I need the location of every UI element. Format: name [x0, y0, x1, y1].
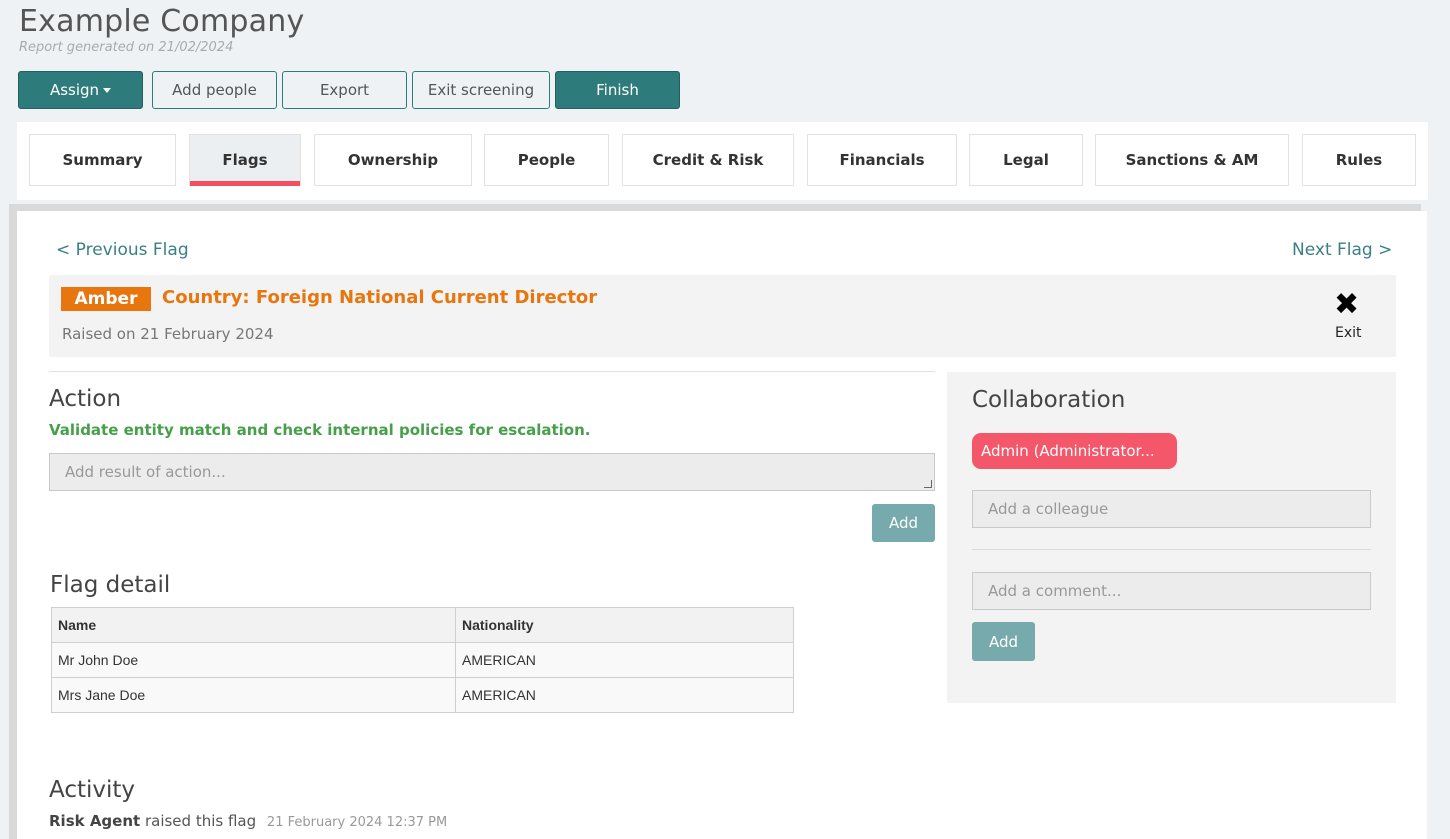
caret-down-icon [103, 87, 112, 93]
flag-title: Country: Foreign National Current Direct… [162, 287, 598, 308]
tab-sanctions-am[interactable]: Sanctions & AM [1095, 134, 1289, 186]
action-result-input[interactable]: Add result of action... [49, 453, 935, 491]
report-generated-date: Report generated on 21/02/2024 [19, 40, 234, 55]
export-button[interactable]: Export [282, 71, 407, 109]
add-people-button[interactable]: Add people [152, 71, 277, 109]
divider [972, 549, 1371, 550]
tab-ownership[interactable]: Ownership [314, 134, 472, 186]
tab-credit-risk[interactable]: Credit & Risk [622, 134, 794, 186]
activity-entry: Risk Agent raised this flag 21 February … [49, 812, 447, 830]
company-name: Example Company [19, 4, 305, 39]
previous-flag-link[interactable]: < Previous Flag [56, 240, 189, 260]
tab-flags[interactable]: Flags [189, 134, 301, 186]
cell-name: Mrs Jane Doe [51, 677, 456, 713]
collaboration-heading: Collaboration [972, 387, 1126, 413]
tab-bar: Summary Flags Ownership People Credit & … [17, 122, 1428, 200]
add-colleague-input[interactable]: Add a colleague [972, 490, 1371, 528]
tab-rules[interactable]: Rules [1302, 134, 1416, 186]
add-comment-button[interactable]: Add [972, 622, 1035, 661]
assign-button[interactable]: Assign [18, 71, 143, 109]
action-result-placeholder: Add result of action... [65, 463, 226, 481]
activity-heading: Activity [49, 777, 136, 803]
add-action-button[interactable]: Add [872, 504, 935, 542]
action-instruction: Validate entity match and check internal… [49, 421, 591, 439]
exit-label[interactable]: Exit [1335, 325, 1362, 341]
finish-button[interactable]: Finish [555, 71, 680, 109]
table-row: Mrs Jane Doe AMERICAN [51, 677, 794, 713]
table-row: Mr John Doe AMERICAN [51, 642, 794, 678]
cell-nationality: AMERICAN [455, 677, 794, 713]
activity-actor: Risk Agent [49, 812, 141, 830]
divider [49, 371, 935, 372]
flag-raised-date: Raised on 21 February 2024 [62, 325, 274, 343]
close-icon[interactable]: ✖ [1334, 290, 1359, 320]
tab-financials[interactable]: Financials [807, 134, 957, 186]
exit-screening-button[interactable]: Exit screening [412, 71, 550, 109]
assign-button-label: Assign [49, 81, 100, 99]
cell-name: Mr John Doe [51, 642, 456, 678]
tab-legal[interactable]: Legal [969, 134, 1083, 186]
tab-summary[interactable]: Summary [29, 134, 176, 186]
comment-placeholder: Add a comment... [988, 582, 1122, 600]
activity-timestamp: 21 February 2024 12:37 PM [266, 815, 448, 830]
tab-people[interactable]: People [484, 134, 609, 186]
column-header-nationality: Nationality [455, 607, 794, 643]
action-heading: Action [49, 386, 122, 412]
activity-text: raised this flag [144, 812, 257, 830]
comment-input[interactable]: Add a comment... [972, 572, 1371, 610]
next-flag-link[interactable]: Next Flag > [1292, 240, 1392, 260]
flag-detail-table: Name Nationality Mr John Doe AMERICAN Mr… [51, 607, 794, 713]
add-colleague-placeholder: Add a colleague [988, 500, 1109, 518]
cell-nationality: AMERICAN [455, 642, 794, 678]
table-header-row: Name Nationality [51, 607, 794, 643]
flag-detail-heading: Flag detail [50, 572, 171, 598]
assignee-chip[interactable]: Admin (Administrator... [972, 433, 1177, 469]
flag-level-badge: Amber [61, 287, 151, 311]
resize-handle-icon[interactable] [924, 480, 932, 488]
column-header-name: Name [51, 607, 456, 643]
